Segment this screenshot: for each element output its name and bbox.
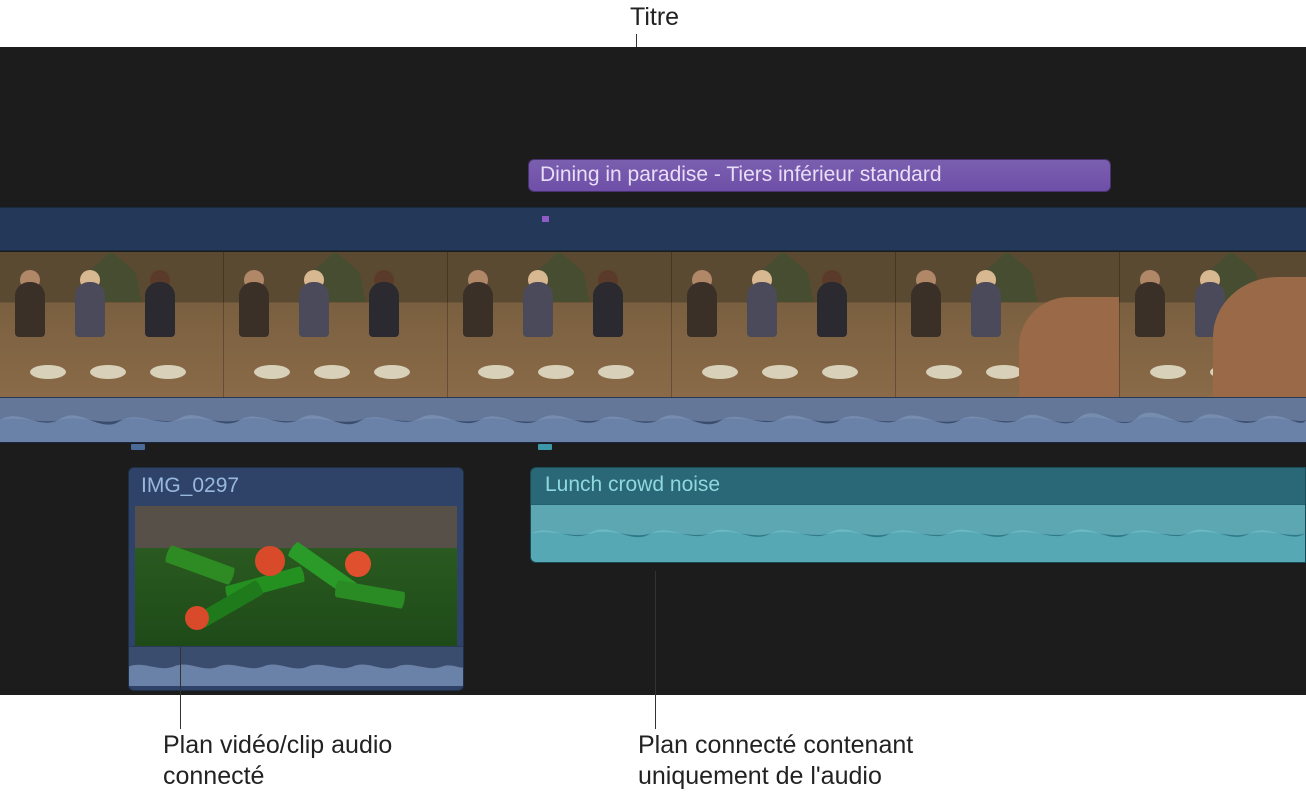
connected-clip-label-band: IMG_0297: [129, 468, 463, 506]
annotation-connected-audio: Plan connecté contenant uniquement de l'…: [638, 730, 998, 793]
storyline-header-bar[interactable]: [0, 207, 1306, 251]
filmstrip-frame: [1120, 252, 1306, 397]
filmstrip-frame: [672, 252, 896, 397]
annotation-connected-va: Plan vidéo/clip audio connecté: [163, 730, 483, 793]
clip-connector-marker: [538, 444, 552, 450]
callout-line-connected-va: [180, 647, 181, 729]
annotation-titre: Titre: [630, 2, 679, 33]
primary-storyline-filmstrip[interactable]: [0, 252, 1306, 397]
filmstrip-frame: [0, 252, 224, 397]
waveform-icon: [531, 505, 1305, 562]
connected-video-audio-clip[interactable]: IMG_0297: [128, 467, 464, 691]
timeline-area: Dining in paradise - Tiers inférieur sta…: [0, 47, 1306, 695]
callout-line-connected-audio: [655, 571, 656, 729]
connected-audio-only-clip[interactable]: Lunch crowd noise: [530, 467, 1306, 563]
primary-storyline-waveform[interactable]: [0, 397, 1306, 443]
filmstrip-frame: [448, 252, 672, 397]
title-clip-label: Dining in paradise - Tiers inférieur sta…: [540, 163, 942, 186]
title-clip[interactable]: Dining in paradise - Tiers inférieur sta…: [528, 159, 1111, 192]
connected-clip-label: IMG_0297: [141, 474, 239, 497]
audio-clip-waveform: [531, 504, 1305, 562]
audio-clip-label-band: Lunch crowd noise: [531, 468, 1305, 504]
storyline-title-marker: [542, 216, 549, 222]
audio-clip-label: Lunch crowd noise: [545, 473, 720, 496]
clip-connector-marker: [131, 444, 145, 450]
filmstrip-frame: [896, 252, 1120, 397]
connected-clip-thumbnail: [135, 506, 457, 646]
filmstrip-frame: [224, 252, 448, 397]
connector-strip: [0, 443, 1306, 455]
waveform-icon: [0, 398, 1306, 442]
